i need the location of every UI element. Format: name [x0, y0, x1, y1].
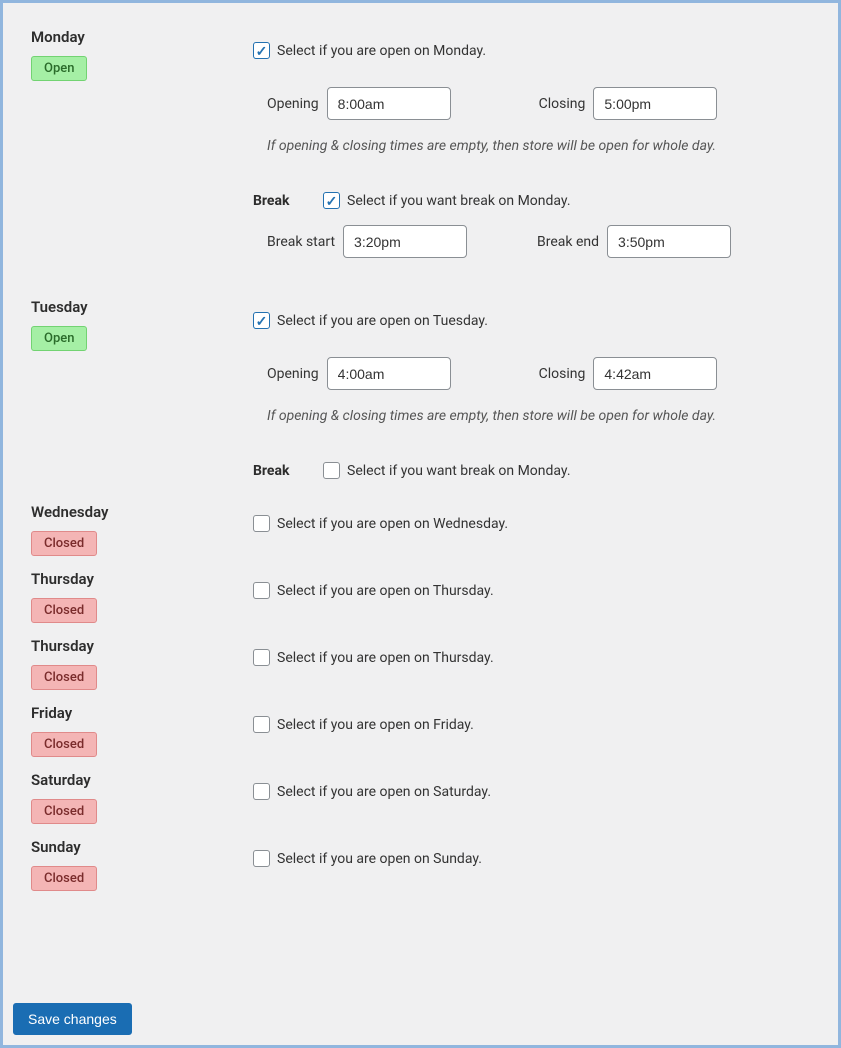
open-checkbox[interactable] [253, 582, 270, 599]
break-times-row: Break start Break end [267, 225, 808, 258]
open-checkbox[interactable] [253, 42, 270, 59]
break-heading: Break [253, 463, 323, 479]
opening-input[interactable] [327, 357, 451, 390]
save-button[interactable]: Save changes [13, 1003, 132, 1035]
store-hours-panel: Monday Open Select if you are open on Mo… [0, 0, 841, 1048]
break-end-input[interactable] [607, 225, 731, 258]
status-badge-closed: Closed [31, 732, 97, 757]
day-row-wednesday: Wednesday Closed Select if you are open … [13, 503, 828, 556]
open-checkbox-label: Select if you are open on Saturday. [277, 784, 491, 800]
open-checkbox-row: Select if you are open on Thursday. [253, 649, 808, 666]
opening-label: Opening [267, 96, 319, 112]
day-name: Friday [31, 704, 253, 722]
open-checkbox[interactable] [253, 783, 270, 800]
closing-input[interactable] [593, 87, 717, 120]
open-checkbox-label: Select if you are open on Sunday. [277, 851, 482, 867]
day-row-tuesday: Tuesday Open Select if you are open on T… [13, 298, 828, 479]
day-row-thursday-2: Thursday Closed Select if you are open o… [13, 637, 828, 690]
day-name: Tuesday [31, 298, 253, 316]
day-row-saturday: Saturday Closed Select if you are open o… [13, 771, 828, 824]
day-label-col: Monday Open [13, 28, 253, 81]
helper-text: If opening & closing times are empty, th… [267, 408, 808, 424]
day-row-thursday: Thursday Closed Select if you are open o… [13, 570, 828, 623]
open-checkbox-row: Select if you are open on Tuesday. [253, 312, 808, 329]
open-checkbox[interactable] [253, 515, 270, 532]
day-controls: Select if you are open on Sunday. [253, 838, 828, 875]
day-row-monday: Monday Open Select if you are open on Mo… [13, 28, 828, 258]
status-badge-closed: Closed [31, 665, 97, 690]
day-label-col: Thursday Closed [13, 637, 253, 690]
day-label-col: Saturday Closed [13, 771, 253, 824]
closing-label: Closing [539, 366, 586, 382]
day-label-col: Wednesday Closed [13, 503, 253, 556]
day-row-sunday: Sunday Closed Select if you are open on … [13, 838, 828, 891]
closing-label: Closing [539, 96, 586, 112]
break-end-label: Break end [537, 234, 599, 250]
break-section: Break Select if you want break on Monday… [253, 192, 808, 209]
open-checkbox-label: Select if you are open on Wednesday. [277, 516, 508, 532]
day-controls: Select if you are open on Saturday. [253, 771, 828, 808]
helper-text: If opening & closing times are empty, th… [267, 138, 808, 154]
open-checkbox[interactable] [253, 850, 270, 867]
day-label-col: Sunday Closed [13, 838, 253, 891]
break-section: Break Select if you want break on Monday… [253, 462, 808, 479]
day-label-col: Friday Closed [13, 704, 253, 757]
day-label-col: Thursday Closed [13, 570, 253, 623]
open-checkbox-label: Select if you are open on Tuesday. [277, 313, 488, 329]
open-checkbox-row: Select if you are open on Friday. [253, 716, 808, 733]
day-controls: Select if you are open on Monday. Openin… [253, 28, 828, 258]
break-checkbox-label: Select if you want break on Monday. [347, 463, 571, 479]
day-controls: Select if you are open on Thursday. [253, 637, 828, 674]
status-badge-open: Open [31, 56, 87, 81]
day-name: Monday [31, 28, 253, 46]
break-checkbox-label: Select if you want break on Monday. [347, 193, 571, 209]
status-badge-closed: Closed [31, 598, 97, 623]
day-controls: Select if you are open on Wednesday. [253, 503, 828, 540]
day-controls: Select if you are open on Thursday. [253, 570, 828, 607]
open-close-row: Opening Closing [267, 87, 808, 120]
day-name: Saturday [31, 771, 253, 789]
day-name: Thursday [31, 570, 253, 588]
day-name: Thursday [31, 637, 253, 655]
open-checkbox-label: Select if you are open on Friday. [277, 717, 474, 733]
break-heading: Break [253, 193, 323, 209]
break-start-label: Break start [267, 234, 335, 250]
open-checkbox[interactable] [253, 649, 270, 666]
break-start-input[interactable] [343, 225, 467, 258]
open-checkbox-row: Select if you are open on Thursday. [253, 582, 808, 599]
status-badge-closed: Closed [31, 866, 97, 891]
open-checkbox[interactable] [253, 716, 270, 733]
day-name: Sunday [31, 838, 253, 856]
open-checkbox-label: Select if you are open on Thursday. [277, 583, 494, 599]
day-label-col: Tuesday Open [13, 298, 253, 351]
open-checkbox-row: Select if you are open on Sunday. [253, 850, 808, 867]
day-name: Wednesday [31, 503, 253, 521]
open-checkbox-label: Select if you are open on Thursday. [277, 650, 494, 666]
opening-label: Opening [267, 366, 319, 382]
status-badge-closed: Closed [31, 799, 97, 824]
break-checkbox[interactable] [323, 192, 340, 209]
status-badge-closed: Closed [31, 531, 97, 556]
closing-input[interactable] [593, 357, 717, 390]
open-close-row: Opening Closing [267, 357, 808, 390]
day-controls: Select if you are open on Tuesday. Openi… [253, 298, 828, 479]
break-checkbox[interactable] [323, 462, 340, 479]
open-checkbox-row: Select if you are open on Wednesday. [253, 515, 808, 532]
open-checkbox[interactable] [253, 312, 270, 329]
open-checkbox-label: Select if you are open on Monday. [277, 43, 486, 59]
open-checkbox-row: Select if you are open on Saturday. [253, 783, 808, 800]
status-badge-open: Open [31, 326, 87, 351]
open-checkbox-row: Select if you are open on Monday. [253, 42, 808, 59]
opening-input[interactable] [327, 87, 451, 120]
day-controls: Select if you are open on Friday. [253, 704, 828, 741]
day-row-friday: Friday Closed Select if you are open on … [13, 704, 828, 757]
